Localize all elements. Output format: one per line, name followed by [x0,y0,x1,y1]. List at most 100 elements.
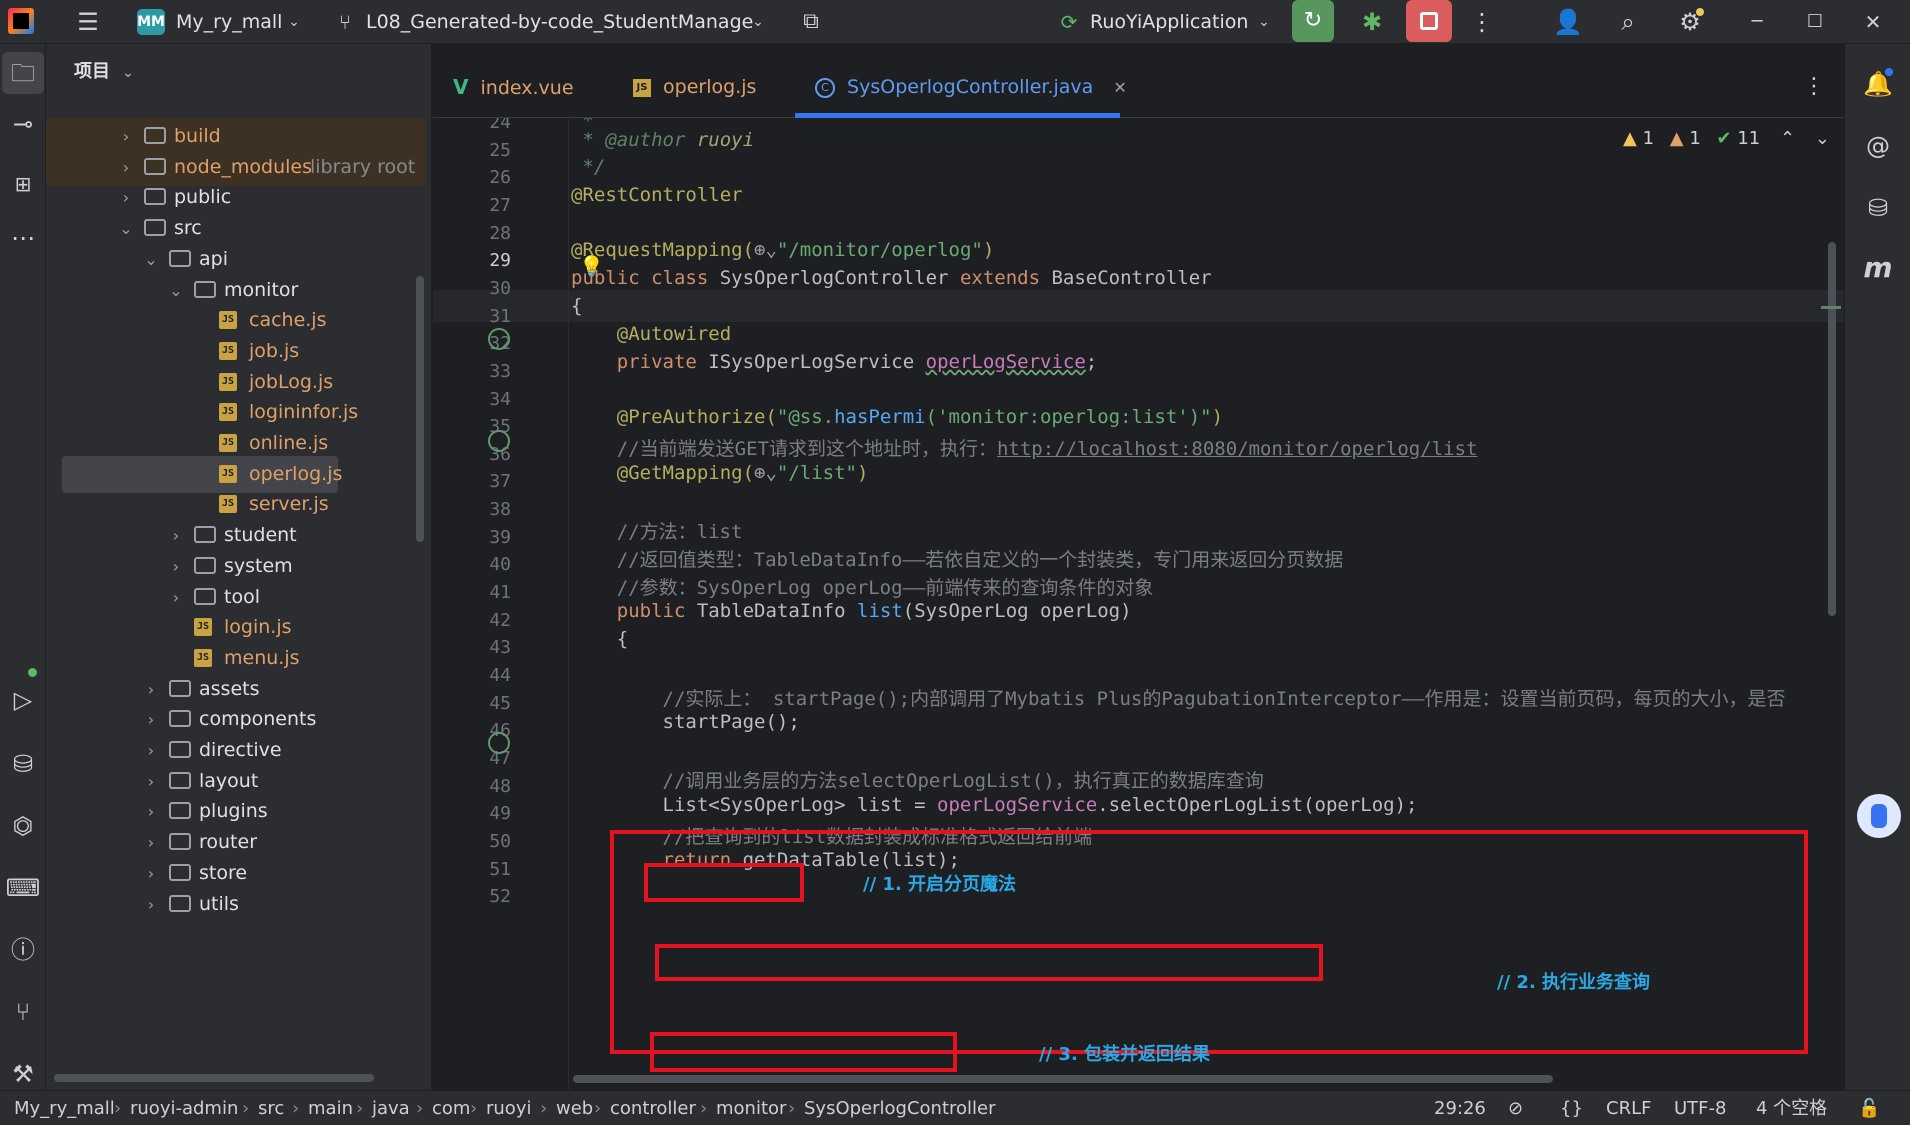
line-separator[interactable]: CRLF [1606,1091,1651,1125]
debug-icon[interactable]: ✱ [1352,0,1392,44]
inspection-widget[interactable]: ▲ 1 ▲ 1 ✔ 11 ⌃ ⌄ [1623,128,1830,149]
readonly-icon[interactable]: ⊘ [1508,1091,1523,1125]
run-icon[interactable]: ▷ [0,680,46,720]
chevron-up-icon[interactable]: ⌃ [1780,128,1795,149]
right-tool-strip: 🔔 @ ⛁ m [1844,44,1910,1090]
database-icon[interactable]: ⛁ [1845,188,1910,228]
line-number[interactable]: 26 [433,167,511,188]
line-number[interactable]: 52 [433,886,511,907]
database-icon[interactable]: ⛁ [0,744,46,784]
project-switcher[interactable]: My_ry_mall [176,0,282,44]
warning-icon: ▲ [1623,128,1637,149]
tab-sysoperlogcontroller[interactable]: C SysOperlogController.java ✕ [815,44,1127,118]
structure-icon[interactable]: ⊞ [0,164,46,204]
breadcrumb-item[interactable]: ruoyi-admin [130,1091,238,1125]
line-number[interactable]: 34 [433,389,511,410]
project-panel: 项目 ⌄ › build › node_modules library root › pub… [46,44,432,1090]
chevron-down-icon[interactable]: ⌄ [748,0,768,44]
breadcrumb-item[interactable]: My_ry_mall [14,1091,115,1125]
line-number[interactable]: 25 [433,140,511,161]
breadcrumb-item[interactable]: main [308,1091,353,1125]
endpoint-gutter-icon[interactable] [488,732,510,754]
line-number[interactable]: 45 [433,693,511,714]
line-number[interactable]: 39 [433,527,511,548]
line-number[interactable]: 42 [433,610,511,631]
bean-gutter-icon[interactable] [488,430,510,452]
breadcrumb-item[interactable]: src [258,1091,284,1125]
line-number[interactable]: 43 [433,637,511,658]
bean-gutter-icon[interactable] [488,328,510,350]
line-number[interactable]: 40 [433,554,511,575]
gear-icon[interactable]: ⚙ [1670,0,1710,44]
line-number[interactable]: 51 [433,859,511,880]
close-tab-icon[interactable]: ✕ [1113,78,1126,97]
build-icon[interactable]: ⚒ [0,1054,46,1094]
line-number[interactable]: 29 [433,250,511,271]
tab-actions-icon[interactable]: ⋮ [1803,44,1825,118]
line-number[interactable]: 27 [433,195,511,216]
git-icon[interactable]: ⑂ [0,992,46,1032]
rerun-button[interactable]: ↻ [1292,0,1334,42]
chevron-down-icon[interactable]: ⌄ [1815,128,1830,149]
breadcrumb-item[interactable]: SysOperlogController [804,1091,996,1125]
floating-assistant-icon[interactable] [1857,794,1901,838]
line-number[interactable]: 33 [433,361,511,382]
editor-vertical-scrollbar[interactable] [1828,242,1836,616]
line-number[interactable]: 41 [433,582,511,603]
breadcrumb-item[interactable]: ruoyi [486,1091,531,1125]
braces-icon[interactable]: {} [1560,1091,1583,1125]
folder-icon[interactable]: 🗀 [0,53,46,93]
more-actions-icon[interactable]: ⋮ [1470,0,1494,44]
services-icon[interactable]: ⏣ [0,806,46,846]
ai-assistant-icon[interactable]: @ [1845,126,1910,166]
close-window-icon[interactable]: ✕ [1858,0,1888,44]
run-config-select[interactable]: RuoYiApplication [1090,0,1248,44]
line-number[interactable]: 24 [433,118,511,133]
problems-icon[interactable]: ⓘ [0,930,46,970]
line-number[interactable]: 37 [433,471,511,492]
line-number[interactable]: 38 [433,499,511,520]
caret-position[interactable]: 29:26 [1434,1091,1486,1125]
line-number[interactable]: 50 [433,831,511,852]
chevron-right-icon[interactable]: › [143,886,159,923]
tab-operlog-js[interactable]: JS operlog.js [633,44,756,118]
commit-icon[interactable]: ⊸ [0,104,46,144]
terminal-icon[interactable]: ⌨ [0,868,46,908]
more-tools-icon[interactable]: ⋯ [0,218,46,258]
chevron-down-icon[interactable]: ⌄ [284,0,304,44]
file-encoding[interactable]: UTF-8 [1674,1091,1726,1125]
indent-setting[interactable]: 4 个空格 [1756,1091,1827,1125]
project-panel-title[interactable]: 项目 ⌄ [74,60,134,85]
breadcrumb-item[interactable]: controller [610,1091,696,1125]
main-menu-icon[interactable]: ☰ [70,0,106,44]
chevron-down-icon[interactable]: ⌄ [1254,0,1274,44]
code-line-42: public TableDataInfo list(SysOperLog ope… [571,600,1132,622]
notifications-icon[interactable]: 🔔 [1845,64,1910,104]
line-number[interactable]: 44 [433,665,511,686]
breadcrumb-item[interactable]: web [556,1091,593,1125]
minimize-icon[interactable]: ─ [1742,0,1772,44]
open-external-icon[interactable]: ⧉ [794,0,828,44]
maximize-icon[interactable]: ☐ [1800,0,1830,44]
breadcrumb-item[interactable]: monitor [716,1091,786,1125]
line-number[interactable]: 31 [433,306,511,327]
code-link[interactable]: http://localhost:8080/monitor/operlog/li… [997,438,1477,460]
add-user-icon[interactable]: 👤 [1548,0,1588,44]
maven-icon[interactable]: m [1845,248,1910,288]
stop-button[interactable] [1406,0,1452,42]
breadcrumb-item[interactable]: com [432,1091,470,1125]
line-number[interactable]: 49 [433,803,511,824]
line-number[interactable]: 28 [433,223,511,244]
lock-icon[interactable]: 🔓 [1858,1091,1880,1125]
tab-index-vue[interactable]: V index.vue [453,44,574,118]
project-horizontal-scrollbar[interactable] [54,1074,374,1082]
breadcrumb-item[interactable]: java [372,1091,410,1125]
search-icon[interactable]: ⌕ [1608,0,1648,44]
code-editor[interactable]: 24 25 26 27 28 29 30 31 32 33 34 35 36 37 38 39 40 41 42 43… [433,118,1844,1090]
line-number[interactable]: 30 [433,278,511,299]
project-vertical-scrollbar[interactable] [416,276,424,542]
line-number[interactable]: 48 [433,776,511,797]
branch-switcher[interactable]: L08_Generated-by-code_StudentManage [366,0,753,44]
editor-horizontal-scrollbar[interactable] [573,1075,1553,1083]
tree-folder[interactable]: › utils [46,886,426,923]
